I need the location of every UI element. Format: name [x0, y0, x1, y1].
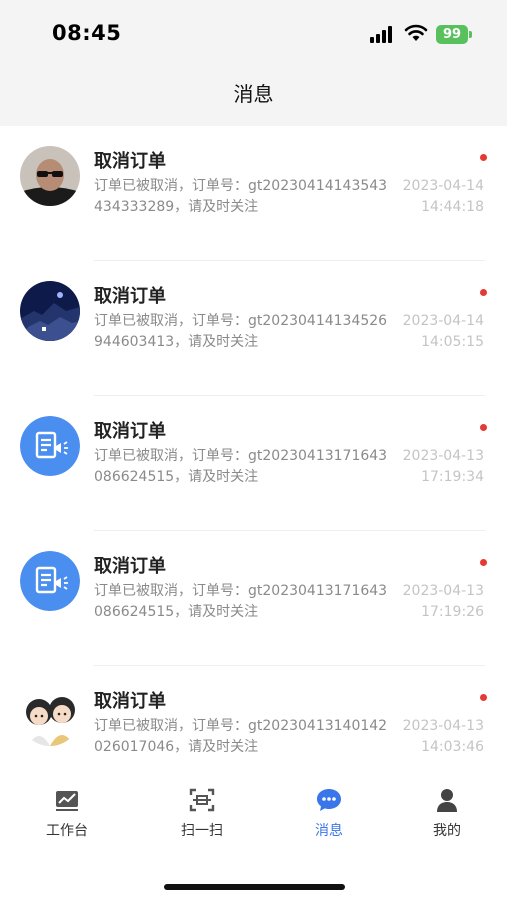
- message-item[interactable]: 取消订单 订单已被取消，订单号：gt2023041317164308662451…: [0, 396, 507, 531]
- unread-dot: [480, 694, 487, 701]
- cartoon-avatar: [20, 686, 80, 746]
- message-title: 取消订单: [94, 421, 166, 442]
- message-timestamp: 2023-04-13 14:03:46: [384, 716, 484, 758]
- tab-bar: 工作台 扫一扫 消息 我的: [0, 776, 507, 900]
- message-item[interactable]: 取消订单 订单已被取消，订单号：gt2023041413452694460341…: [0, 261, 507, 396]
- message-timestamp: 2023-04-13 17:19:26: [384, 581, 484, 623]
- message-date: 2023-04-13: [402, 718, 484, 734]
- page-title: 消息: [233, 82, 274, 106]
- tab-mine[interactable]: 我的: [402, 786, 492, 840]
- message-list[interactable]: 取消订单 订单已被取消，订单号：gt2023041414354343433328…: [0, 126, 507, 776]
- message-body: 订单已被取消，订单号：gt20230414143543434333289，请及时…: [94, 178, 388, 215]
- tab-label: 我的: [433, 823, 461, 839]
- person-icon: [437, 789, 457, 812]
- message-item[interactable]: 取消订单 订单已被取消，订单号：gt2023041314014202601704…: [0, 666, 507, 776]
- unread-dot: [480, 289, 487, 296]
- message-time: 14:03:46: [421, 739, 484, 755]
- message-timestamp: 2023-04-14 14:05:15: [384, 311, 484, 353]
- status-bar: 08:45 99: [0, 0, 507, 62]
- unread-dot: [480, 559, 487, 566]
- message-time: 14:44:18: [421, 199, 484, 215]
- message-item[interactable]: 取消订单 订单已被取消，订单号：gt2023041317164308662451…: [0, 531, 507, 666]
- message-title: 取消订单: [94, 151, 166, 172]
- message-timestamp: 2023-04-13 17:19:34: [384, 446, 484, 488]
- message-date: 2023-04-13: [402, 448, 484, 464]
- message-title: 取消订单: [94, 286, 166, 307]
- unread-dot: [480, 424, 487, 431]
- scan-icon: [189, 788, 215, 812]
- tab-label: 工作台: [46, 823, 88, 839]
- message-body: 订单已被取消，订单号：gt20230413140142026017046，请及时…: [94, 718, 388, 755]
- message-title: 取消订单: [94, 691, 166, 712]
- unread-dot: [480, 154, 487, 161]
- message-body: 订单已被取消，订单号：gt20230413171643086624515，请及时…: [94, 448, 388, 485]
- chart-icon: [56, 791, 78, 811]
- notice-icon: [20, 551, 80, 611]
- message-body: 订单已被取消，订单号：gt20230414134526944603413，请及时…: [94, 313, 388, 350]
- message-title: 取消订单: [94, 556, 166, 577]
- signal-icon: [370, 26, 396, 43]
- tab-workbench[interactable]: 工作台: [22, 786, 112, 840]
- message-timestamp: 2023-04-14 14:44:18: [384, 176, 484, 218]
- wifi-icon: [404, 24, 428, 41]
- tab-label: 消息: [315, 823, 343, 839]
- message-time: 14:05:15: [421, 334, 484, 350]
- message-time: 17:19:26: [421, 604, 484, 620]
- message-time: 17:19:34: [421, 469, 484, 485]
- status-time: 08:45: [52, 21, 122, 45]
- chat-bubble-icon: [317, 789, 341, 811]
- tab-messages[interactable]: 消息: [284, 786, 374, 840]
- message-body: 订单已被取消，订单号：gt20230413171643086624515，请及时…: [94, 583, 388, 620]
- message-date: 2023-04-14: [402, 178, 484, 194]
- photo-man-avatar: [20, 146, 80, 206]
- notice-icon: [20, 416, 80, 476]
- message-date: 2023-04-14: [402, 313, 484, 329]
- message-date: 2023-04-13: [402, 583, 484, 599]
- message-item[interactable]: 取消订单 订单已被取消，订单号：gt2023041414354343433328…: [0, 126, 507, 261]
- tab-label: 扫一扫: [181, 823, 223, 839]
- battery-icon: 99: [436, 25, 472, 44]
- battery-level: 99: [442, 27, 462, 42]
- tab-scan[interactable]: 扫一扫: [157, 786, 247, 840]
- home-indicator: [164, 884, 345, 890]
- nav-bar: 消息: [0, 62, 507, 126]
- photo-night-avatar: [20, 281, 80, 341]
